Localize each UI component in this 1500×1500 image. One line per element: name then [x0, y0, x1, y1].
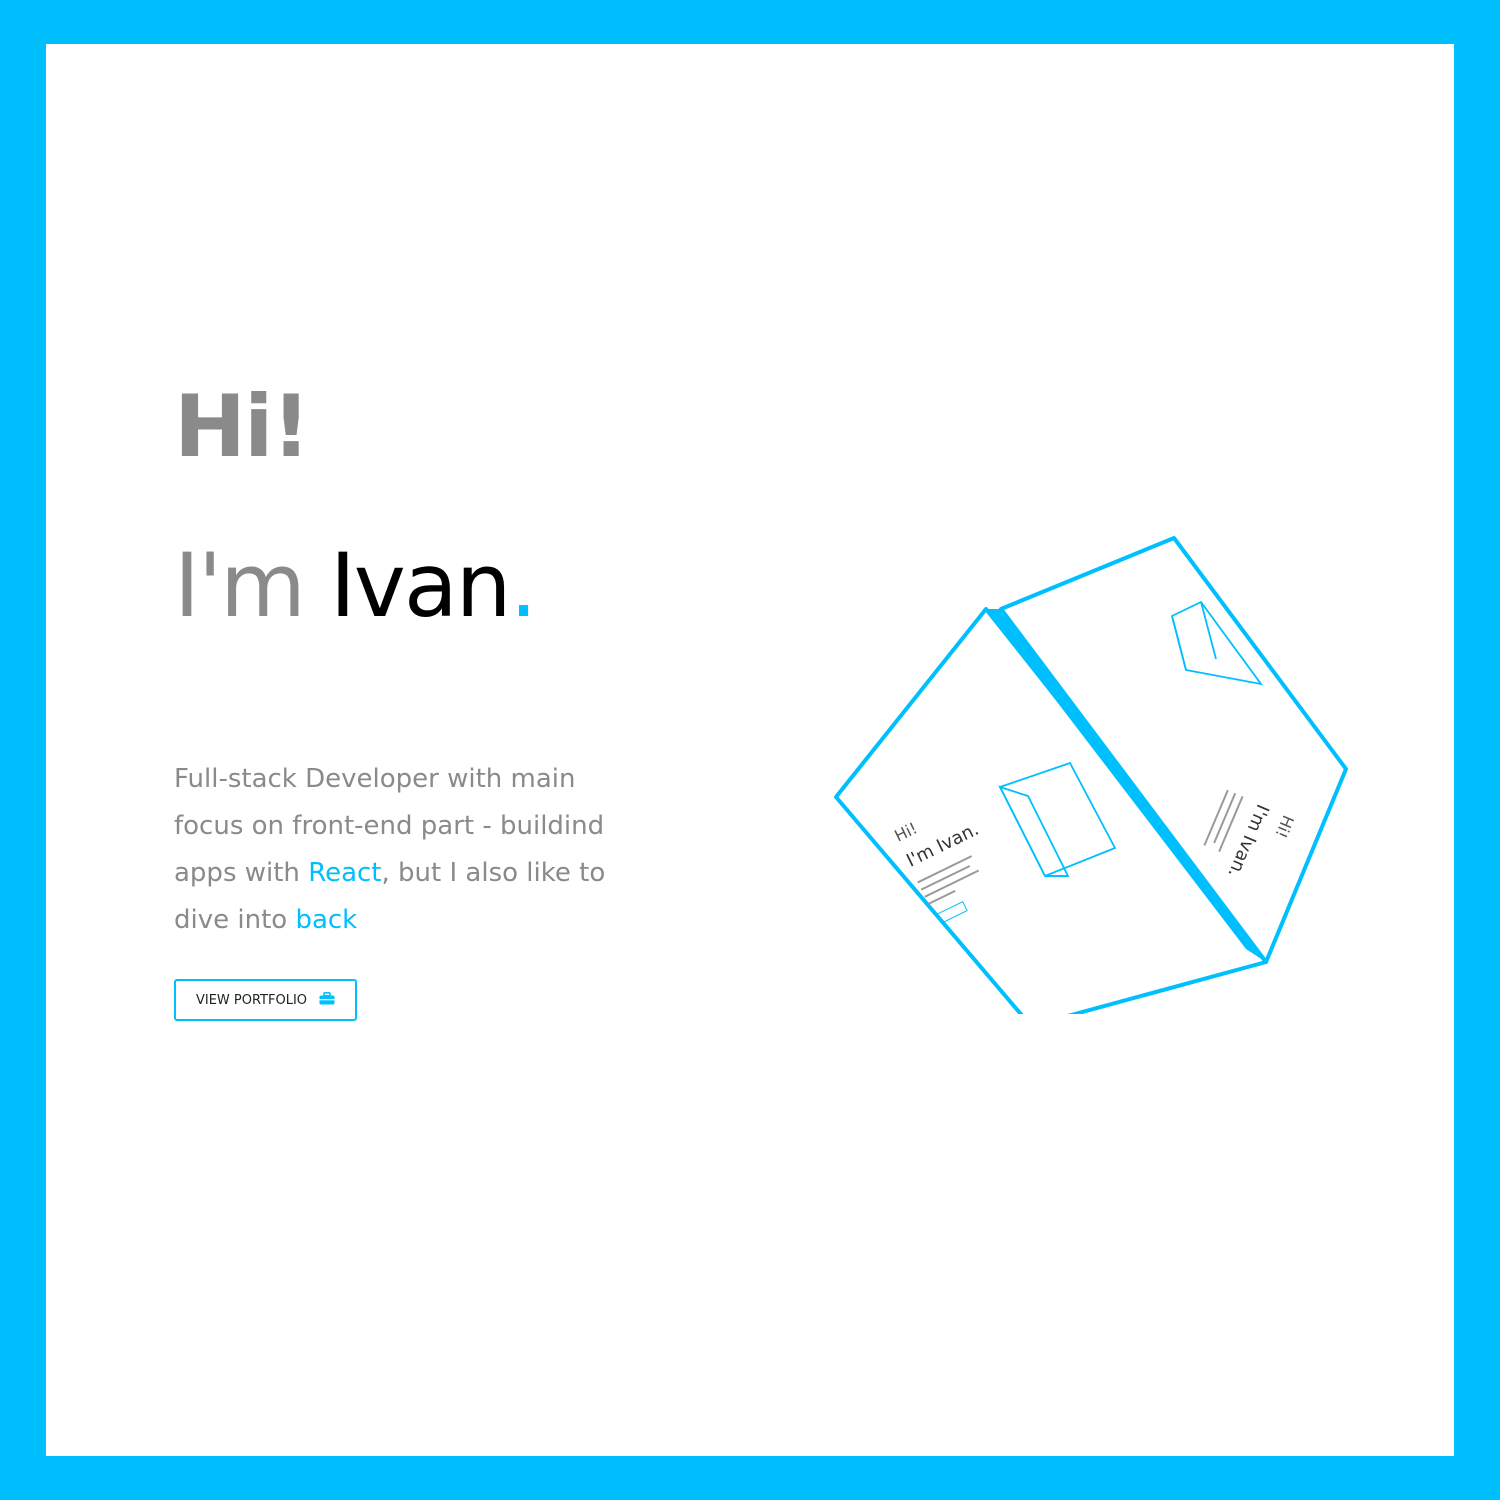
- view-portfolio-label: VIEW PORTFOLIO: [195, 992, 308, 1008]
- bio-back-highlight: back: [295, 905, 358, 935]
- bio-react-highlight: React: [308, 858, 382, 888]
- rotating-cube-graphic: Hi! I'm Ivan. Hi! I'm Ivan.: [834, 536, 1348, 1014]
- page-frame: Hi! I'm Ivan. Full-stack Developer with …: [46, 44, 1454, 1456]
- greeting-heading: Hi!: [174, 377, 311, 477]
- bio-text: Full-stack Developer with main focus on …: [174, 756, 634, 944]
- intro-heading: I'm Ivan.: [174, 542, 538, 630]
- briefcase-icon: [319, 991, 335, 1009]
- view-portfolio-button[interactable]: VIEW PORTFOLIO: [174, 979, 357, 1021]
- intro-dot: .: [509, 534, 538, 637]
- intro-lead: I'm: [174, 534, 330, 637]
- intro-name: Ivan: [329, 534, 512, 637]
